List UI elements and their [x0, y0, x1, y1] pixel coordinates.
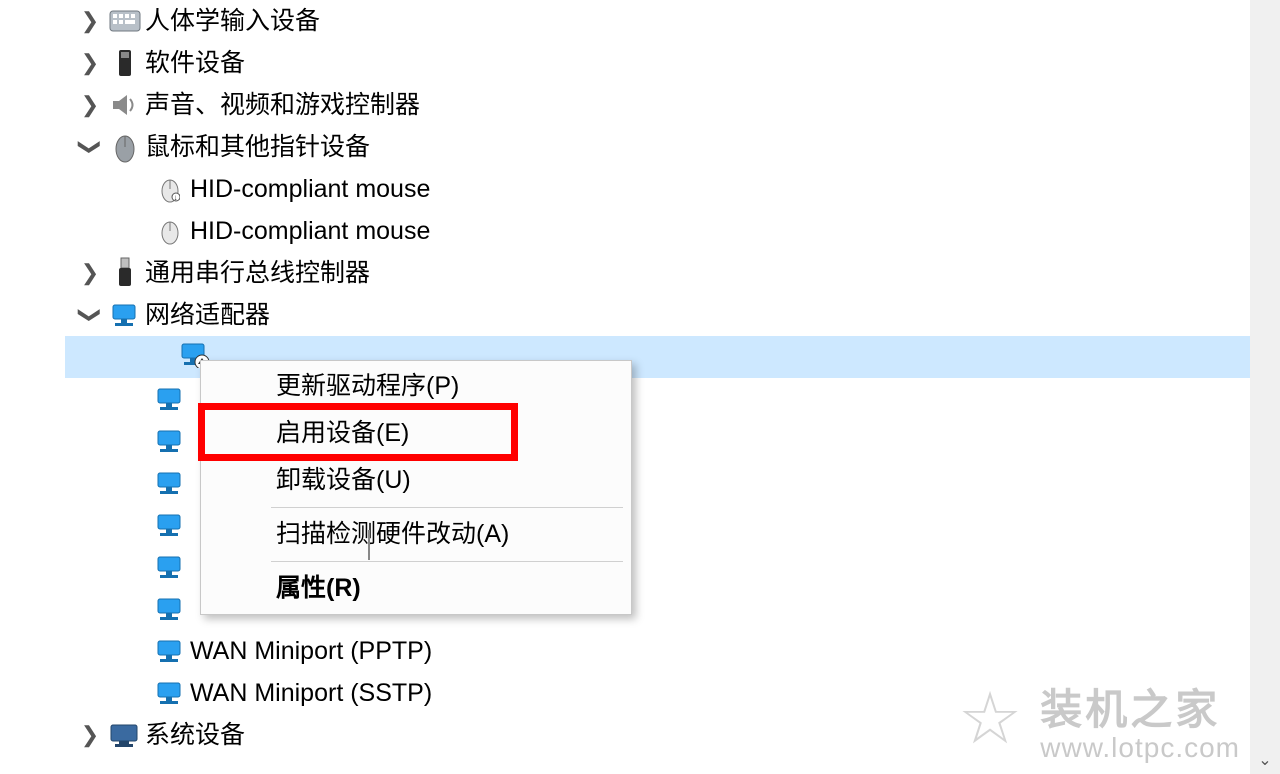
tree-label: 声音、视频和游戏控制器	[145, 84, 420, 126]
tree-node-software[interactable]: ❯ 软件设备	[20, 42, 1250, 84]
tree-node-hid[interactable]: ❯ 人体学输入设备	[20, 0, 1250, 42]
menu-item-update-driver[interactable]: 更新驱动程序(P)	[201, 363, 631, 410]
tree-label: HID-compliant mouse	[190, 168, 430, 210]
expand-expanded-icon[interactable]: ❯	[69, 132, 111, 162]
watermark-title: 装机之家	[1040, 687, 1240, 733]
context-menu: 更新驱动程序(P) 启用设备(E) 卸载设备(U) 扫描检测硬件改动(A) 属性…	[200, 360, 632, 615]
computer-icon	[105, 721, 145, 749]
speaker-icon	[105, 91, 145, 119]
mouse-icon	[105, 131, 145, 163]
tree-node-sound[interactable]: ❯ 声音、视频和游戏控制器	[20, 84, 1250, 126]
network-icon	[105, 301, 145, 329]
network-icon	[150, 637, 190, 665]
network-icon	[150, 385, 190, 413]
network-icon	[150, 427, 190, 455]
tree-label: 鼠标和其他指针设备	[145, 126, 370, 168]
tree-leaf-hid-mouse-1[interactable]: · ↓ HID-compliant mouse	[20, 168, 1250, 210]
menu-item-scan-hardware[interactable]: 扫描检测硬件改动(A)	[201, 511, 631, 558]
tree-node-netadapters[interactable]: ❯ 网络适配器	[20, 294, 1250, 336]
cursor-icon	[368, 530, 370, 560]
tree-label: 网络适配器	[145, 294, 270, 336]
scroll-down-icon[interactable]: ⌄	[1255, 750, 1275, 770]
tree-label: WAN Miniport (PPTP)	[190, 630, 432, 672]
expand-collapsed-icon[interactable]: ❯	[75, 0, 105, 42]
menu-item-uninstall-device[interactable]: 卸载设备(U)	[201, 457, 631, 504]
tree-label: 通用串行总线控制器	[145, 252, 370, 294]
svg-text:↓: ↓	[174, 193, 178, 202]
expand-collapsed-icon[interactable]: ❯	[75, 84, 105, 126]
usb-icon	[105, 256, 145, 290]
tree-label: 人体学输入设备	[145, 0, 320, 42]
watermark-url: www.lotpc.com	[1040, 733, 1240, 764]
mouse-icon	[150, 217, 190, 245]
network-icon	[150, 679, 190, 707]
menu-separator	[271, 507, 623, 508]
star-icon: ☆	[958, 683, 1026, 755]
expand-collapsed-icon[interactable]: ❯	[75, 252, 105, 294]
tree-label: 软件设备	[145, 42, 245, 84]
watermark: ☆ 装机之家 www.lotpc.com	[958, 687, 1240, 764]
tree-leaf-wan-pptp[interactable]: · WAN Miniport (PPTP)	[20, 630, 1250, 672]
menu-item-properties[interactable]: 属性(R)	[201, 565, 631, 612]
network-icon	[150, 511, 190, 539]
network-icon	[150, 553, 190, 581]
menu-separator	[271, 561, 623, 562]
network-icon	[150, 595, 190, 623]
tree-label: WAN Miniport (SSTP)	[190, 672, 432, 714]
tree-node-mice[interactable]: ❯ 鼠标和其他指针设备	[20, 126, 1250, 168]
tree-node-usb[interactable]: ❯ 通用串行总线控制器	[20, 252, 1250, 294]
expand-expanded-icon[interactable]: ❯	[69, 300, 111, 330]
network-icon	[150, 469, 190, 497]
expand-collapsed-icon[interactable]: ❯	[75, 42, 105, 84]
menu-item-enable-device[interactable]: 启用设备(E)	[201, 410, 631, 457]
tree-leaf-hid-mouse-2[interactable]: · HID-compliant mouse	[20, 210, 1250, 252]
mouse-icon: ↓	[150, 175, 190, 203]
tree-label: HID-compliant mouse	[190, 210, 430, 252]
tree-label: 系统设备	[145, 714, 245, 756]
keyboard-icon	[105, 10, 145, 32]
expand-collapsed-icon[interactable]: ❯	[75, 714, 105, 756]
vertical-scrollbar[interactable]: ⌄	[1250, 0, 1280, 774]
chip-icon	[105, 48, 145, 78]
